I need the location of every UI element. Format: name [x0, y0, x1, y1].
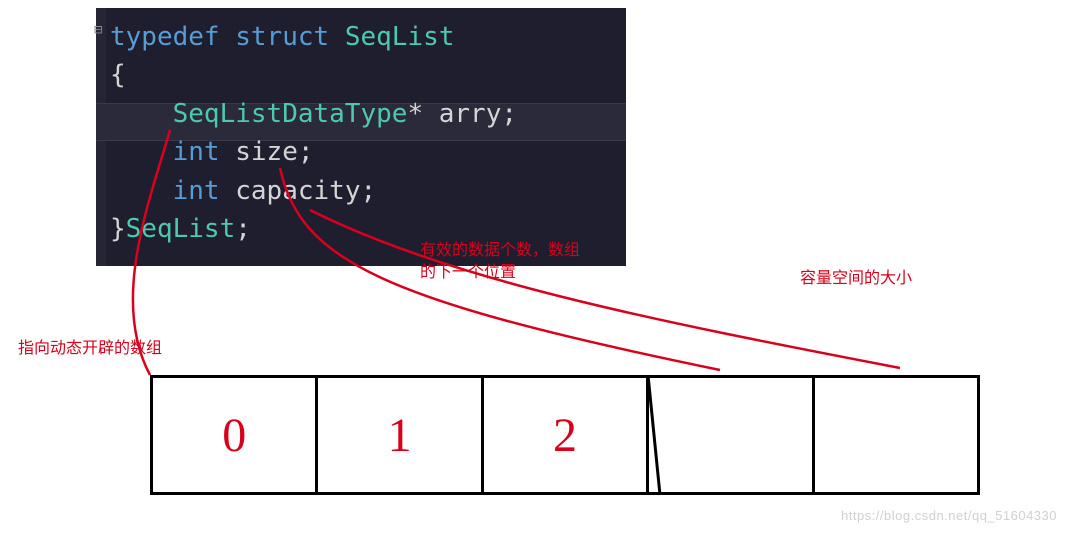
brace-open: {	[110, 60, 126, 90]
array-diagram: 0 1 2	[150, 375, 980, 495]
code-content: typedef struct SeqList { SeqListDataType…	[110, 18, 626, 249]
id-size: size	[235, 137, 298, 167]
brace-close: }	[110, 214, 126, 244]
kw-int-2: int	[173, 176, 220, 206]
id-arry: arry	[439, 99, 502, 129]
type-seqlist-end: SeqList	[126, 214, 236, 244]
watermark: https://blog.csdn.net/qq_51604330	[841, 508, 1057, 523]
array-cell-4	[812, 375, 980, 495]
annotation-arry: 指向动态开辟的数组	[18, 338, 162, 360]
kw-int-1: int	[173, 137, 220, 167]
id-capacity: capacity	[235, 176, 360, 206]
array-cell-0: 0	[150, 375, 315, 495]
type-seqlist: SeqList	[345, 22, 455, 52]
type-datatype: SeqListDataType	[173, 99, 408, 129]
array-cell-1: 1	[315, 375, 480, 495]
array-cell-3	[646, 375, 811, 495]
fold-icon: ⊟	[94, 20, 102, 41]
kw-struct: struct	[235, 22, 329, 52]
annotation-capacity: 容量空间的大小	[800, 268, 912, 290]
kw-typedef: typedef	[110, 22, 220, 52]
array-cell-2: 2	[481, 375, 646, 495]
annotation-size: 有效的数据个数，数组 的下一个位置	[420, 240, 580, 285]
code-snippet: ⊟ typedef struct SeqList { SeqListDataTy…	[96, 8, 626, 266]
